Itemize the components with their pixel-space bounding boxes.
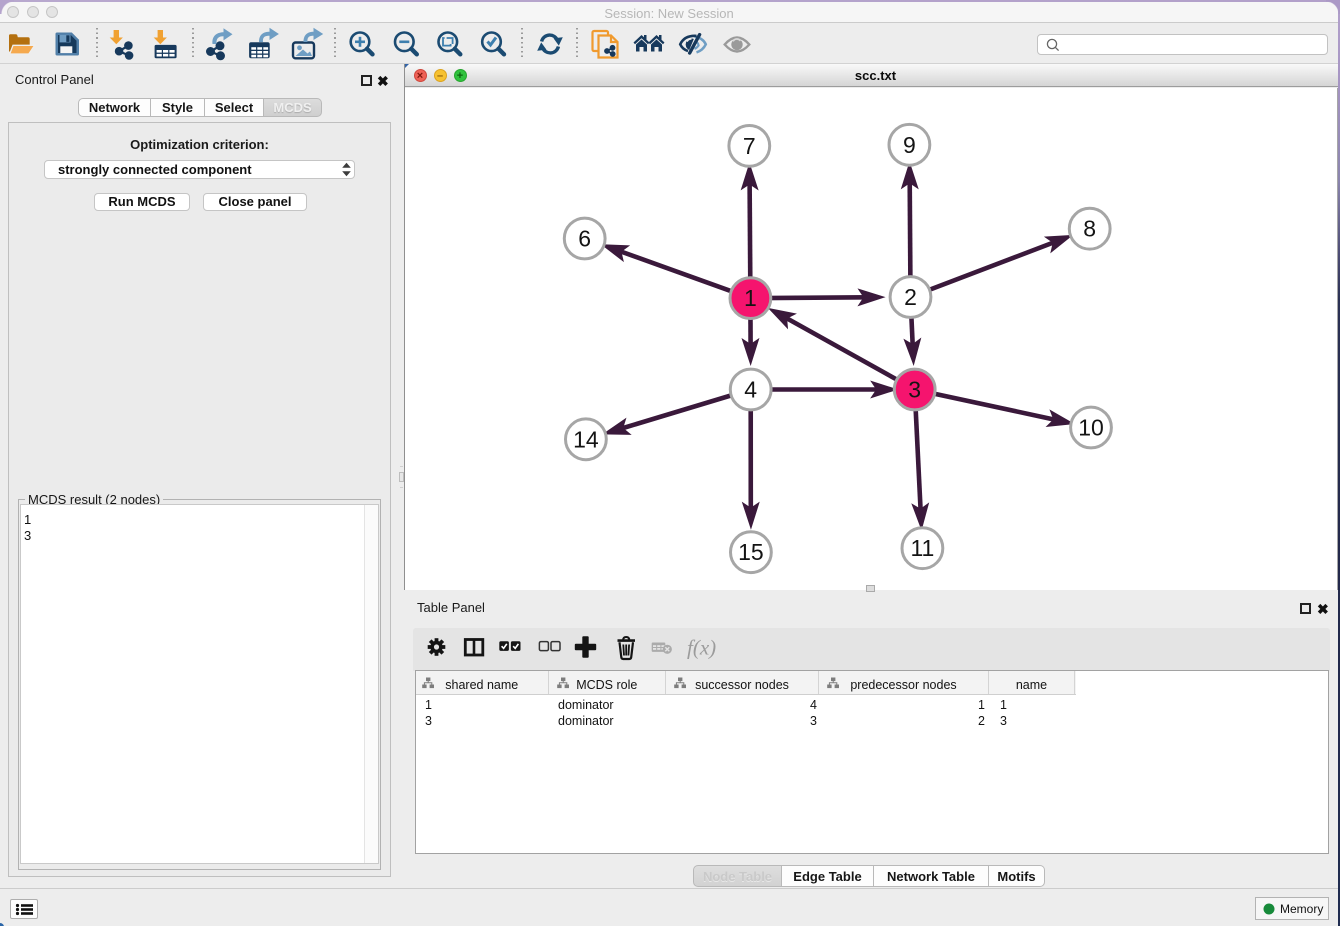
svg-text:11: 11	[910, 535, 934, 561]
svg-text:10: 10	[1078, 415, 1104, 441]
svg-text:6: 6	[578, 226, 591, 252]
svg-text:7: 7	[743, 133, 756, 159]
svg-text:1: 1	[744, 285, 757, 311]
svg-text:f(x): f(x)	[687, 636, 716, 660]
svg-text:9: 9	[903, 132, 916, 158]
svg-text:2: 2	[904, 284, 917, 310]
svg-text:8: 8	[1083, 216, 1096, 242]
svg-text:14: 14	[573, 426, 599, 452]
svg-text:15: 15	[738, 539, 764, 565]
svg-text:4: 4	[744, 377, 757, 403]
svg-text:3: 3	[908, 377, 921, 403]
